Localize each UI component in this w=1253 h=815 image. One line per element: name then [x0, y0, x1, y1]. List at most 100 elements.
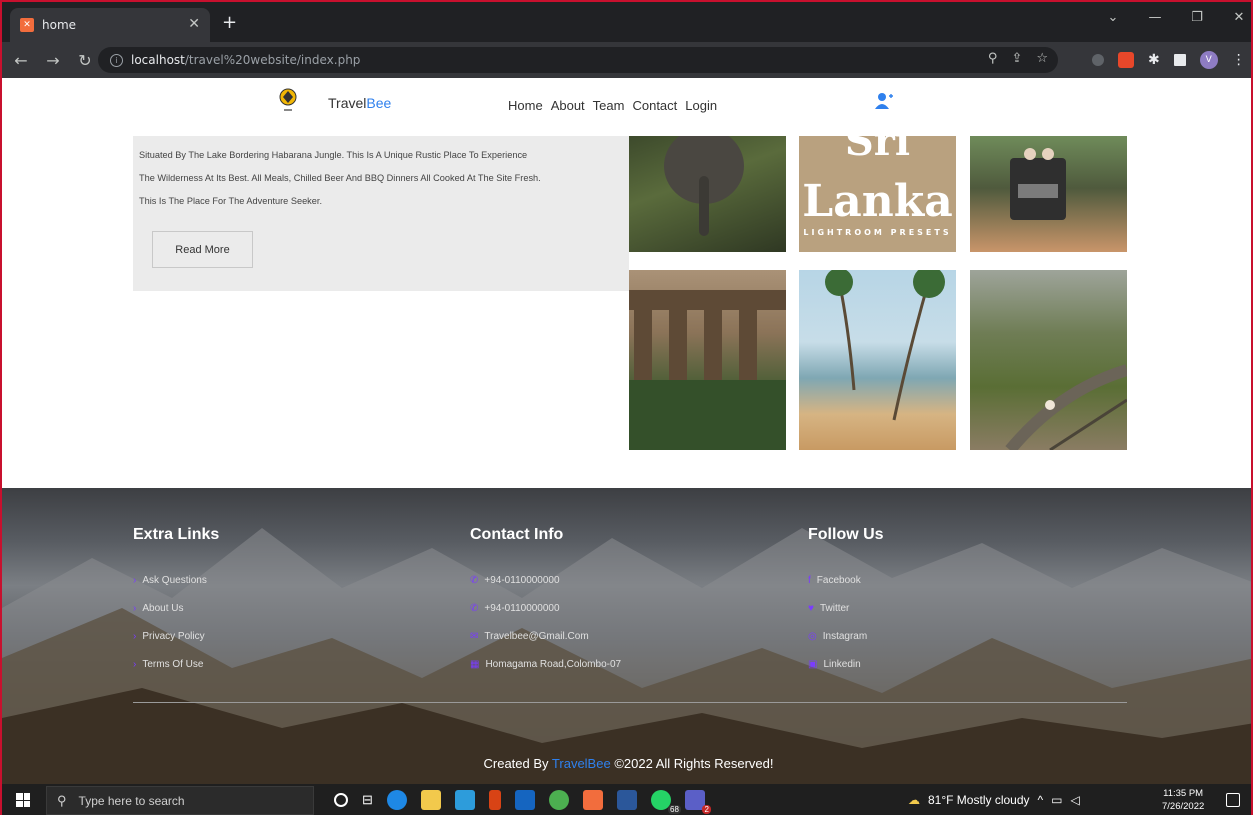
- outlook-icon[interactable]: [514, 790, 535, 810]
- social-link-instagram[interactable]: ◎ Instagram: [808, 622, 884, 650]
- contact-value: +94-0110000000: [484, 574, 560, 586]
- tab-search-icon[interactable]: ⌄: [1103, 10, 1123, 25]
- footer-divider: [133, 702, 1127, 703]
- social-link-facebook[interactable]: f Facebook: [808, 566, 884, 594]
- social-link-twitter[interactable]: ♥ Twitter: [808, 594, 884, 622]
- office-icon[interactable]: [488, 790, 501, 810]
- back-button[interactable]: ←: [8, 51, 34, 70]
- chrome-icon[interactable]: [548, 790, 569, 810]
- share-icon[interactable]: ⇪: [1011, 51, 1022, 66]
- maximize-button[interactable]: ❐: [1187, 10, 1207, 25]
- whatsapp-app[interactable]: 68: [650, 790, 681, 814]
- social-label: Twitter: [819, 602, 850, 614]
- linkedin-icon: ▣: [808, 658, 818, 670]
- zoom-icon[interactable]: ⚲: [988, 51, 998, 66]
- brand-name[interactable]: TravelBee: [328, 95, 391, 111]
- more-menu-icon[interactable]: ⋮: [1232, 52, 1246, 68]
- contact-address[interactable]: ▦ Homagama Road,Colombo-07: [470, 650, 621, 678]
- about-line: This Is The Place For The Adventure Seek…: [139, 196, 322, 206]
- footer-link-label: Terms Of Use: [142, 658, 204, 670]
- credit-brand[interactable]: TravelBee: [552, 756, 611, 771]
- browser-tab[interactable]: ✕ home ✕: [10, 8, 210, 42]
- credit-suffix: ©2022 All Rights Reserved!: [610, 756, 774, 771]
- extension-circle-icon[interactable]: [1092, 54, 1104, 66]
- user-add-icon[interactable]: [874, 92, 894, 110]
- new-tab-button[interactable]: +: [222, 12, 237, 33]
- close-window-button[interactable]: ✕: [1229, 10, 1249, 25]
- address-bar[interactable]: i localhost /travel%20website/index.php …: [98, 47, 1058, 73]
- nav-team[interactable]: Team: [593, 98, 625, 113]
- mail-icon[interactable]: [454, 790, 475, 810]
- extensions-puzzle-icon[interactable]: ✱: [1148, 52, 1160, 68]
- window-controls: ⌄ — ❐ ✕: [1103, 10, 1249, 25]
- cortana-icon[interactable]: [334, 793, 348, 807]
- teams-badge: 2: [702, 805, 711, 814]
- chevron-right-icon: ›: [133, 658, 137, 670]
- weather-text[interactable]: 81°F Mostly cloudy: [928, 793, 1030, 807]
- contact-phone-2[interactable]: ✆ +94-0110000000: [470, 594, 621, 622]
- brand-accent: Bee: [366, 95, 392, 111]
- profile-avatar[interactable]: V: [1199, 51, 1218, 69]
- xampp-favicon-icon: ✕: [20, 18, 34, 32]
- site-info-icon[interactable]: i: [110, 53, 123, 67]
- read-more-button[interactable]: Read More: [152, 231, 253, 268]
- gallery-photo-jeep[interactable]: [970, 136, 1127, 252]
- windows-start-icon[interactable]: [16, 793, 30, 807]
- gallery-photo-railway[interactable]: [970, 270, 1127, 450]
- social-label: Linkedin: [823, 658, 861, 670]
- instagram-icon: ◎: [808, 630, 817, 642]
- footer-link-terms-of-use[interactable]: › Terms Of Use: [133, 650, 219, 678]
- network-icon[interactable]: ▭: [1051, 793, 1062, 807]
- preset-subtitle: LIGHTROOM PRESETS: [803, 228, 952, 237]
- taskbar-apps: ⊟ 68 2: [334, 790, 711, 814]
- nav-contact[interactable]: Contact: [632, 98, 677, 113]
- edge-icon[interactable]: [386, 790, 407, 810]
- tray-chevron-icon[interactable]: ^: [1038, 793, 1044, 807]
- bookmark-star-icon[interactable]: ☆: [1036, 51, 1048, 66]
- task-view-icon[interactable]: ⊟: [362, 792, 373, 808]
- taskbar-clock[interactable]: 11:35 PM 7/26/2022: [1162, 787, 1204, 813]
- nav-about[interactable]: About: [551, 98, 585, 113]
- weather-cloud-icon[interactable]: ☁: [908, 793, 920, 807]
- gallery-photo-beach-palms[interactable]: [799, 270, 956, 450]
- contact-value: Homagama Road,Colombo-07: [485, 658, 622, 670]
- minimize-button[interactable]: —: [1145, 10, 1165, 25]
- nav-home[interactable]: Home: [508, 98, 543, 113]
- taskbar-search-input[interactable]: ⚲ Type here to search: [46, 786, 314, 815]
- gallery-photo-srilanka-presets[interactable]: Sri Lanka LIGHTROOM PRESETS: [799, 136, 956, 252]
- contact-phone-1[interactable]: ✆ +94-0110000000: [470, 566, 621, 594]
- contact-value: Travelbee@Gmail.Com: [484, 630, 589, 642]
- travelbee-logo-icon[interactable]: [278, 87, 298, 117]
- about-line: The Wilderness At Its Best. All Meals, C…: [139, 173, 541, 183]
- follow-us-column: Follow Us f Facebook ♥ Twitter ◎ Instagram …: [808, 526, 884, 678]
- teams-app[interactable]: 2: [684, 790, 711, 814]
- reload-button[interactable]: ↻: [72, 51, 98, 70]
- footer-link-ask-questions[interactable]: › Ask Questions: [133, 566, 219, 594]
- extensions-area: ✱ V ⋮: [1092, 51, 1246, 69]
- palm-shape: [825, 270, 945, 421]
- gallery-photo-nine-arch-bridge[interactable]: [629, 270, 786, 450]
- gallery-photo-elephant[interactable]: [629, 136, 786, 252]
- footer-link-label: About Us: [142, 602, 184, 614]
- chevron-right-icon: ›: [133, 574, 137, 586]
- xampp-icon[interactable]: [582, 790, 603, 810]
- footer-link-privacy-policy[interactable]: › Privacy Policy: [133, 622, 219, 650]
- nav-login[interactable]: Login: [685, 98, 717, 113]
- social-link-linkedin[interactable]: ▣ Linkedin: [808, 650, 884, 678]
- facebook-icon: f: [808, 574, 811, 586]
- word-icon[interactable]: [616, 790, 637, 810]
- taskbar-search-placeholder: Type here to search: [78, 793, 185, 808]
- jeep-shape: [1010, 148, 1066, 220]
- preset-title-line1: Sri: [844, 136, 911, 165]
- notifications-icon[interactable]: [1226, 793, 1240, 807]
- forward-button[interactable]: →: [40, 51, 66, 70]
- footer-link-about-us[interactable]: › About Us: [133, 594, 219, 622]
- contact-email[interactable]: ✉ Travelbee@Gmail.Com: [470, 622, 621, 650]
- extension-red-icon[interactable]: [1118, 52, 1134, 68]
- side-panel-icon[interactable]: [1173, 54, 1186, 66]
- url-path: /travel%20website/index.php: [184, 53, 361, 67]
- tab-title: home: [42, 18, 77, 32]
- close-tab-icon[interactable]: ✕: [188, 16, 200, 32]
- file-explorer-icon[interactable]: [420, 790, 441, 810]
- volume-icon[interactable]: ◁: [1071, 793, 1080, 807]
